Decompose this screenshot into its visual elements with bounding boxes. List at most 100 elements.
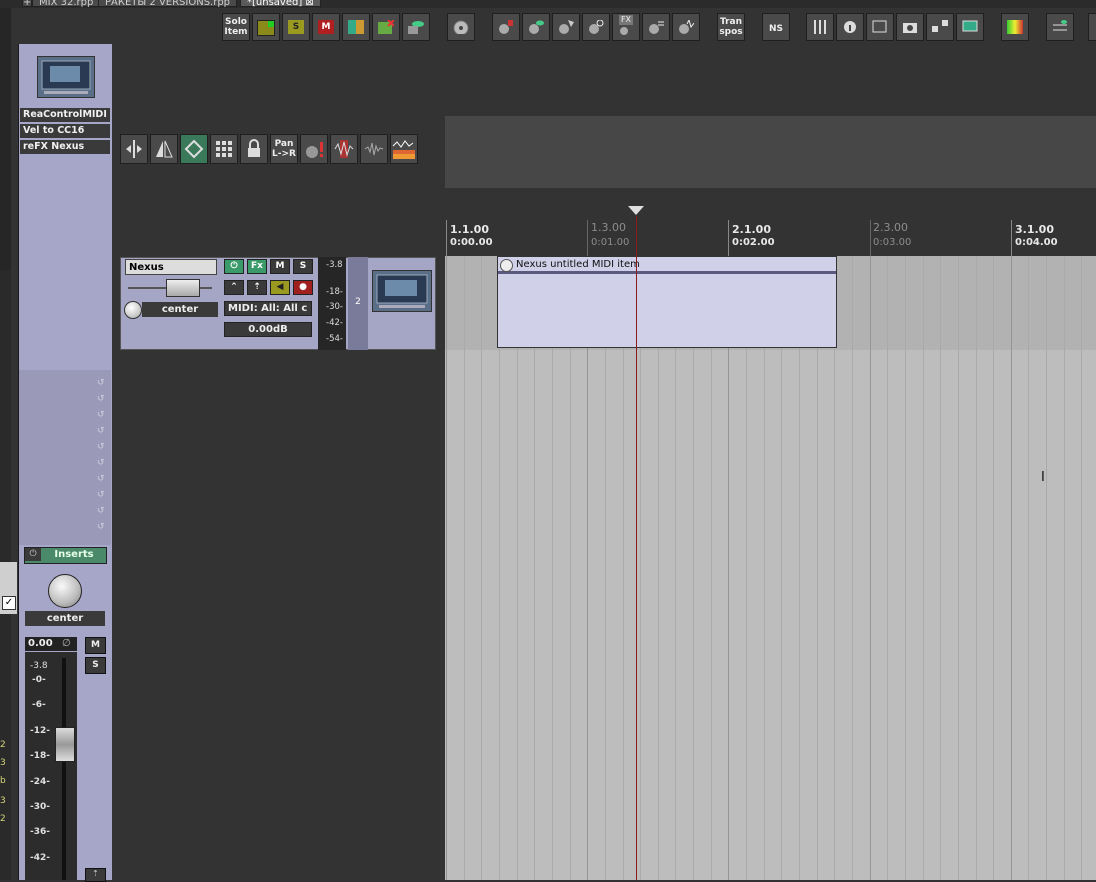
speaker-icon [620, 27, 628, 35]
ruler-bar-label: 2.3.00 [873, 221, 908, 234]
render-cd-button[interactable] [447, 13, 475, 41]
ruler-tick [870, 220, 871, 256]
spectrum-icon [392, 140, 415, 159]
grid-line [1081, 256, 1082, 880]
item-action-button-1[interactable] [492, 13, 520, 41]
spectrum-button[interactable] [390, 134, 418, 164]
color-track-button[interactable] [342, 13, 370, 41]
track-solo-button[interactable]: S [293, 259, 313, 274]
settings-button[interactable] [1046, 13, 1074, 41]
tab-unsaved[interactable]: *[unsaved] ⊠ [240, 0, 321, 8]
toolbar-overflow-button[interactable] [1088, 13, 1096, 41]
waveform-button[interactable] [360, 134, 388, 164]
envelope-arrows-icon [184, 139, 204, 159]
editor-button[interactable] [866, 13, 894, 41]
show-hide-button[interactable] [402, 13, 430, 41]
reel-alert-button[interactable] [300, 134, 328, 164]
grid-line [499, 256, 500, 880]
info-button[interactable] [836, 13, 864, 41]
speaker-cursor-icon [499, 20, 513, 34]
send-arrow-icon[interactable]: ↺ [97, 442, 107, 452]
track-pan-knob[interactable] [124, 301, 142, 319]
playhead-marker-icon[interactable] [628, 206, 644, 215]
screenset-button[interactable] [956, 13, 984, 41]
solo-button[interactable]: S [282, 13, 310, 41]
routing-button[interactable] [926, 13, 954, 41]
fx-bypass-power-icon[interactable]: ⏻ [25, 548, 41, 561]
item-action-button-7[interactable] [672, 13, 700, 41]
envelope-button[interactable]: ⌃ [224, 280, 244, 295]
track-fx-button[interactable]: Fx [247, 259, 267, 274]
grid-line [852, 256, 853, 880]
item-action-button-2[interactable] [522, 13, 550, 41]
grid-icon [216, 141, 232, 157]
item-action-button-3[interactable] [552, 13, 580, 41]
send-arrow-icon[interactable]: ↺ [97, 410, 107, 420]
region-marker-lane[interactable] [445, 116, 1096, 188]
phase-invert-icon[interactable]: ∅ [62, 637, 74, 651]
track-name-field[interactable]: Nexus [125, 259, 217, 275]
send-arrow-icon[interactable]: ↺ [97, 458, 107, 468]
record-arm-button[interactable]: ● [293, 280, 313, 295]
mirror-button[interactable] [150, 134, 178, 164]
track-fx-bypass-button[interactable]: ⏻ [224, 259, 244, 274]
fx-chain-item[interactable]: ReaControlMIDI [20, 108, 110, 122]
io-button[interactable]: ⇡ [247, 280, 267, 295]
envelope-button[interactable] [180, 134, 208, 164]
send-arrow-icon[interactable]: ↺ [97, 378, 107, 388]
send-arrow-icon[interactable]: ↺ [97, 474, 107, 484]
wave-red-button[interactable] [330, 134, 358, 164]
send-arrow-icon[interactable]: ↺ [97, 426, 107, 436]
fx-chain-item[interactable]: Vel to CC16 [20, 124, 110, 138]
mixer-fader-track [62, 658, 66, 880]
track-plugin-thumbnail[interactable] [372, 270, 432, 312]
mute-button[interactable]: M [312, 13, 340, 41]
mixer-meter [25, 652, 77, 880]
snapshot-button[interactable] [896, 13, 924, 41]
pan-lr-button[interactable]: Pan L->R [270, 134, 298, 164]
send-arrow-icon[interactable]: ↺ [97, 394, 107, 404]
mixer-button[interactable] [806, 13, 834, 41]
mixer-volume-fader[interactable] [55, 727, 75, 762]
lock-button[interactable] [240, 134, 268, 164]
grid-line [570, 256, 571, 880]
track-mute-button[interactable]: M [270, 259, 290, 274]
new-tab-button[interactable]: + [22, 0, 32, 8]
ns-button[interactable]: NS [762, 13, 790, 41]
play-cursor-line [636, 216, 637, 880]
mixer-solo-button[interactable]: S [85, 657, 106, 674]
split-button[interactable] [120, 134, 148, 164]
fx-chain-item[interactable]: reFX Nexus [20, 140, 110, 154]
theme-color-button[interactable] [1001, 13, 1029, 41]
ruler-time-label: 0:02.00 [732, 237, 775, 248]
checkbox-checked[interactable]: ✓ [2, 596, 16, 610]
track-volume-readout[interactable]: 0.00dB [224, 322, 312, 337]
send-arrow-icon[interactable]: ↺ [97, 506, 107, 516]
tab-mix32[interactable]: MIX 32.rpp [32, 0, 101, 8]
mixer-sliders-icon [814, 20, 826, 34]
volume-slider-handle[interactable] [166, 279, 200, 297]
grid-button[interactable] [210, 134, 238, 164]
mixer-mute-button[interactable]: M [85, 637, 106, 654]
grid-line [887, 256, 888, 880]
transpose-button[interactable]: Tran spos [717, 13, 745, 41]
grid-line [746, 256, 747, 880]
item-fx-button[interactable]: FX [612, 13, 640, 41]
track-number[interactable]: 2 [348, 257, 368, 350]
mixer-pan-knob[interactable] [48, 574, 82, 608]
solo-in-place-button[interactable] [252, 13, 280, 41]
item-action-button-6[interactable] [642, 13, 670, 41]
send-arrow-icon[interactable]: ↺ [97, 490, 107, 500]
send-arrow-icon[interactable]: ↺ [97, 522, 107, 532]
monitor-button[interactable]: ◀ [270, 280, 290, 295]
tab-rakety[interactable]: РАКЕТЫ 2 VERSIONS.rpp [98, 0, 238, 8]
item-fx-toggle-icon[interactable] [500, 259, 513, 272]
speaker-waveform-icon [679, 20, 694, 34]
tab-close-icon[interactable]: ⊠ [305, 0, 313, 8]
item-action-button-4[interactable] [582, 13, 610, 41]
plugin-thumbnail-image[interactable] [37, 56, 95, 98]
envelope-icon: ⌃ [230, 282, 238, 292]
record-input-selector[interactable]: MIDI: All: All c [224, 301, 312, 316]
remove-color-button[interactable] [372, 13, 400, 41]
solo-item-button[interactable]: Solo Item [222, 13, 250, 41]
